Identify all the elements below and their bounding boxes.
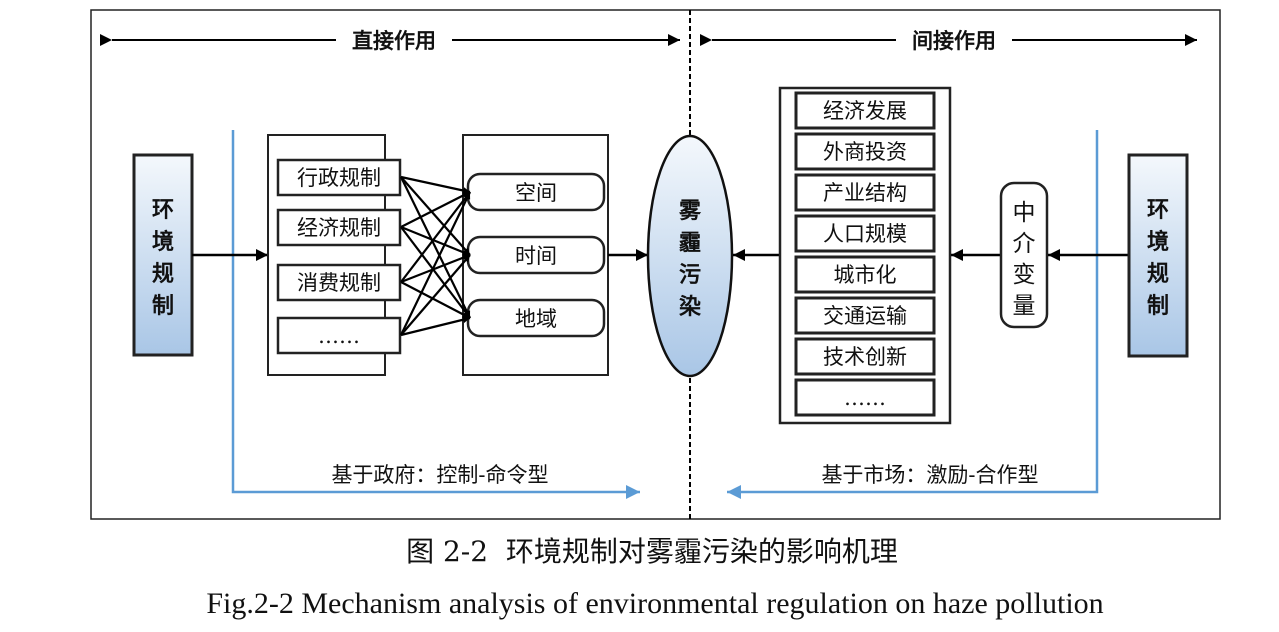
left-source-box [132, 153, 194, 357]
char: 霾 [679, 231, 701, 256]
regulation-item: 经济规制 [276, 208, 402, 247]
cross-arrows [400, 175, 471, 337]
dimension-label: 时间 [515, 244, 557, 268]
direct-effect-arrow: 直接作用 [100, 29, 680, 53]
government-based-label: 基于政府：控制-命令型 [331, 463, 548, 487]
channel-item: 产业结构 [794, 173, 936, 212]
regulation-label: …… [318, 324, 360, 348]
char: 规 [152, 262, 174, 287]
haze-pollution-ellipse [646, 134, 734, 378]
channel-label: 经济发展 [823, 99, 907, 123]
char: 制 [1147, 294, 1169, 319]
dimensions-list: 空间时间地域 [466, 172, 606, 338]
regulation-label: 经济规制 [297, 216, 381, 240]
cross-arrow [400, 316, 471, 337]
regulation-item: 行政规制 [276, 158, 402, 197]
direct-effect-label: 直接作用 [352, 29, 436, 53]
right-source-box [1127, 153, 1189, 358]
channel-label: 人口规模 [823, 222, 907, 246]
char: 制 [152, 294, 174, 319]
channel-item: 外商投资 [794, 132, 936, 171]
channel-label: 技术创新 [823, 345, 907, 369]
dimension-item: 地域 [466, 298, 606, 338]
char: 境 [1147, 229, 1169, 255]
regulation-label: 行政规制 [297, 166, 381, 190]
channel-item: 城市化 [794, 255, 936, 294]
char: 环 [1147, 198, 1169, 223]
channel-item: …… [794, 378, 936, 417]
char: 雾 [679, 199, 702, 224]
channel-item: 交通运输 [794, 296, 936, 335]
char: 环 [152, 198, 174, 223]
channel-item: 技术创新 [794, 337, 936, 376]
market-based-label: 基于市场：激励-合作型 [821, 463, 1038, 487]
indirect-effect-label: 间接作用 [912, 29, 996, 53]
char: 变 [1013, 262, 1036, 288]
char: 规 [1147, 262, 1169, 287]
caption-en: Fig.2-2 Mechanism analysis of environmen… [206, 587, 1103, 620]
char: 境 [152, 229, 174, 255]
regulation-label: 消费规制 [297, 271, 381, 295]
channel-label: …… [844, 386, 886, 410]
indirect-effect-arrow: 间接作用 [700, 29, 1197, 53]
channel-item: 人口规模 [794, 214, 936, 253]
channel-item: 经济发展 [794, 91, 936, 130]
char: 介 [1013, 231, 1036, 257]
dimension-label: 地域 [515, 307, 557, 331]
regulation-item: 消费规制 [276, 263, 402, 302]
char: 染 [679, 294, 701, 320]
dimension-label: 空间 [515, 181, 557, 205]
dimension-item: 空间 [466, 172, 606, 212]
regulation-item: …… [276, 316, 402, 355]
char: 污 [679, 263, 701, 288]
dimension-item: 时间 [466, 235, 606, 275]
mechanism-diagram: 直接作用 间接作用 环境规制 基于政府：控制-命令型 基于市场：激励-合作型 行… [90, 9, 1221, 620]
channel-label: 外商投资 [823, 140, 907, 164]
channel-label: 交通运输 [823, 304, 907, 328]
caption-zh: 图 2-2 环境规制对雾霾污染的影响机理 [406, 535, 898, 568]
channel-label: 城市化 [834, 263, 897, 287]
channel-label: 产业结构 [823, 181, 907, 205]
char: 中 [1013, 200, 1036, 226]
char: 量 [1013, 293, 1036, 319]
